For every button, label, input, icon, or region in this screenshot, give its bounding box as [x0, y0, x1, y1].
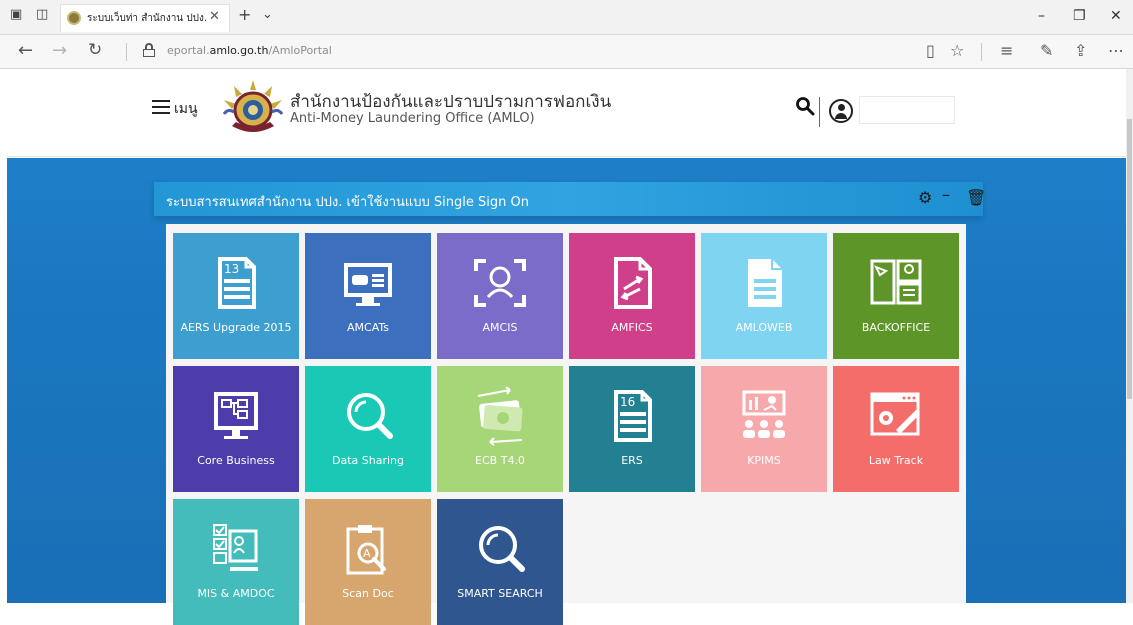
tile-label: AERS Upgrade 2015 — [180, 321, 292, 334]
url-domain: amlo.go.th — [209, 44, 269, 57]
svg-text:13: 13 — [224, 262, 239, 276]
close-window-icon[interactable]: ✕ — [1110, 8, 1122, 24]
hamburger-icon — [152, 100, 170, 114]
panel-header: ระบบสารสนเทศสำนักงาน ปปง. เข้าใช้งานแบบ … — [154, 182, 986, 216]
tile-backoffice[interactable]: BACKOFFICE — [833, 233, 959, 359]
site-favicon-icon — [67, 11, 81, 25]
site-title-english: Anti-Money Laundering Office (AMLO) — [290, 111, 535, 126]
money-bills-icon — [477, 386, 523, 446]
tile-mis-amdoc[interactable]: MIS & AMDOC — [173, 499, 299, 625]
presentation-icon — [742, 390, 786, 438]
search-icon[interactable] — [795, 96, 815, 116]
tile-amcis[interactable]: AMCIS — [437, 233, 563, 359]
tile-label: Scan Doc — [342, 587, 394, 600]
monitor-car-icon — [344, 263, 392, 306]
user-icon[interactable] — [829, 99, 853, 123]
menu-label: เมนู — [174, 101, 198, 117]
tab-set-aside-icon[interactable]: ◫ — [36, 7, 48, 22]
hub-icon[interactable]: ≡ — [1000, 41, 1013, 60]
reading-view-icon[interactable]: ▯ — [926, 41, 935, 60]
browser-tab-bar: ▣ ◫ ระบบเว็บท่า สำนักงาน ปปง. ✕ + ⌄ – ❐ … — [0, 0, 1133, 35]
tile-law-track[interactable]: Law Track — [833, 366, 959, 492]
tab-close-icon[interactable]: ✕ — [209, 9, 220, 24]
tile-ecb-t40[interactable]: ECB T4.0 — [437, 366, 563, 492]
tile-kpims[interactable]: KPIMS — [701, 366, 827, 492]
svg-text:A: A — [363, 547, 371, 560]
app-grid: 13 AERS Upgrade 2015 AMCATs AMCIS AMFICS… — [166, 224, 966, 625]
share-icon[interactable]: ⇪ — [1074, 41, 1087, 60]
tile-label: AMCIS — [482, 321, 518, 334]
forward-icon[interactable]: → — [52, 40, 67, 61]
tile-amloweb[interactable]: AMLOWEB — [701, 233, 827, 359]
site-header: เมนู สำนักงานป้องกันและปราบปรามการฟอกเงิ… — [7, 69, 1126, 157]
tile-label: ERS — [621, 454, 643, 467]
panel-title: ระบบสารสนเทศสำนักงาน ปปง. เข้าใช้งานแบบ … — [166, 195, 529, 210]
magnifier-icon — [479, 526, 525, 572]
browser-tools-icon — [870, 392, 920, 436]
web-notes-icon[interactable]: ✎ — [1040, 41, 1053, 60]
tile-label: MIS & AMDOC — [197, 587, 275, 600]
url-field[interactable]: eportal.amlo.go.th/AmloPortal — [167, 44, 332, 57]
tile-label: BACKOFFICE — [861, 321, 931, 334]
tile-label: ECB T4.0 — [475, 454, 525, 467]
clipboard-scan-icon: A — [346, 525, 386, 575]
tile-aers-upgrade-2015[interactable]: 13 AERS Upgrade 2015 — [173, 233, 299, 359]
trash-icon[interactable]: 🗑 — [966, 188, 986, 207]
amlo-logo — [222, 80, 284, 132]
tile-amcats[interactable]: AMCATs — [305, 233, 431, 359]
tile-ers[interactable]: 16 ERS — [569, 366, 695, 492]
tile-label: KPIMS — [747, 454, 781, 467]
tile-label: SMART SEARCH — [457, 587, 543, 600]
toolbar-separator — [981, 43, 982, 61]
menu-button[interactable]: เมนู — [152, 96, 212, 120]
tab-dropdown-icon[interactable]: ⌄ — [262, 7, 273, 22]
svg-text:16: 16 — [620, 395, 635, 409]
tile-label: Data Sharing — [332, 454, 404, 467]
favorite-star-icon[interactable]: ☆ — [950, 41, 964, 60]
tile-core-business[interactable]: Core Business — [173, 366, 299, 492]
more-icon[interactable]: ⋯ — [1108, 41, 1124, 60]
monitor-hierarchy-icon — [214, 392, 258, 439]
header-divider — [819, 97, 820, 127]
checklist-contact-icon — [213, 524, 258, 571]
restore-icon[interactable]: ❐ — [1073, 8, 1086, 24]
main-content: ระบบสารสนเทศสำนักงาน ปปง. เข้าใช้งานแบบ … — [7, 158, 1126, 625]
tile-label: Law Track — [868, 454, 924, 467]
magnifier-icon — [347, 393, 393, 439]
gear-icon[interactable]: ⚙ — [918, 188, 932, 207]
scrollbar-thumb[interactable] — [1127, 119, 1132, 399]
browser-tab[interactable]: ระบบเว็บท่า สำนักงาน ปปง. ✕ — [60, 4, 230, 32]
face-scan-icon — [474, 259, 526, 307]
document-lines-icon — [748, 259, 782, 307]
tile-label: AMCATs — [347, 321, 389, 334]
url-path: /AmloPortal — [268, 44, 332, 57]
tile-data-sharing[interactable]: Data Sharing — [305, 366, 431, 492]
new-tab-icon[interactable]: + — [238, 5, 251, 24]
calendar-16-icon: 16 — [614, 390, 652, 442]
refresh-icon[interactable]: ↻ — [88, 40, 102, 60]
lock-icon — [143, 43, 155, 57]
minimize-icon[interactable]: – — [1038, 8, 1045, 24]
tile-label: Core Business — [197, 454, 275, 467]
address-separator — [126, 43, 127, 61]
document-exchange-icon — [614, 257, 652, 309]
tile-amfics[interactable]: AMFICS — [569, 233, 695, 359]
dashboard-panels-icon — [870, 259, 922, 305]
url-prefix: eportal. — [167, 44, 210, 57]
tile-smart-search[interactable]: SMART SEARCH — [437, 499, 563, 625]
tile-label: AMLOWEB — [735, 321, 793, 334]
minimize-panel-icon[interactable]: – — [942, 185, 950, 204]
address-bar: ← → ↻ eportal.amlo.go.th/AmloPortal ▯ ☆ … — [0, 35, 1133, 69]
user-name-field[interactable] — [859, 96, 955, 124]
tile-label: AMFICS — [611, 321, 653, 334]
tab-title: ระบบเว็บท่า สำนักงาน ปปง. — [87, 13, 208, 24]
calendar-13-icon: 13 — [218, 257, 256, 309]
back-icon[interactable]: ← — [18, 40, 33, 61]
tile-scan-doc[interactable]: A Scan Doc — [305, 499, 431, 625]
page-scrollbar[interactable] — [1126, 69, 1133, 603]
tab-preview-icon[interactable]: ▣ — [10, 7, 22, 22]
